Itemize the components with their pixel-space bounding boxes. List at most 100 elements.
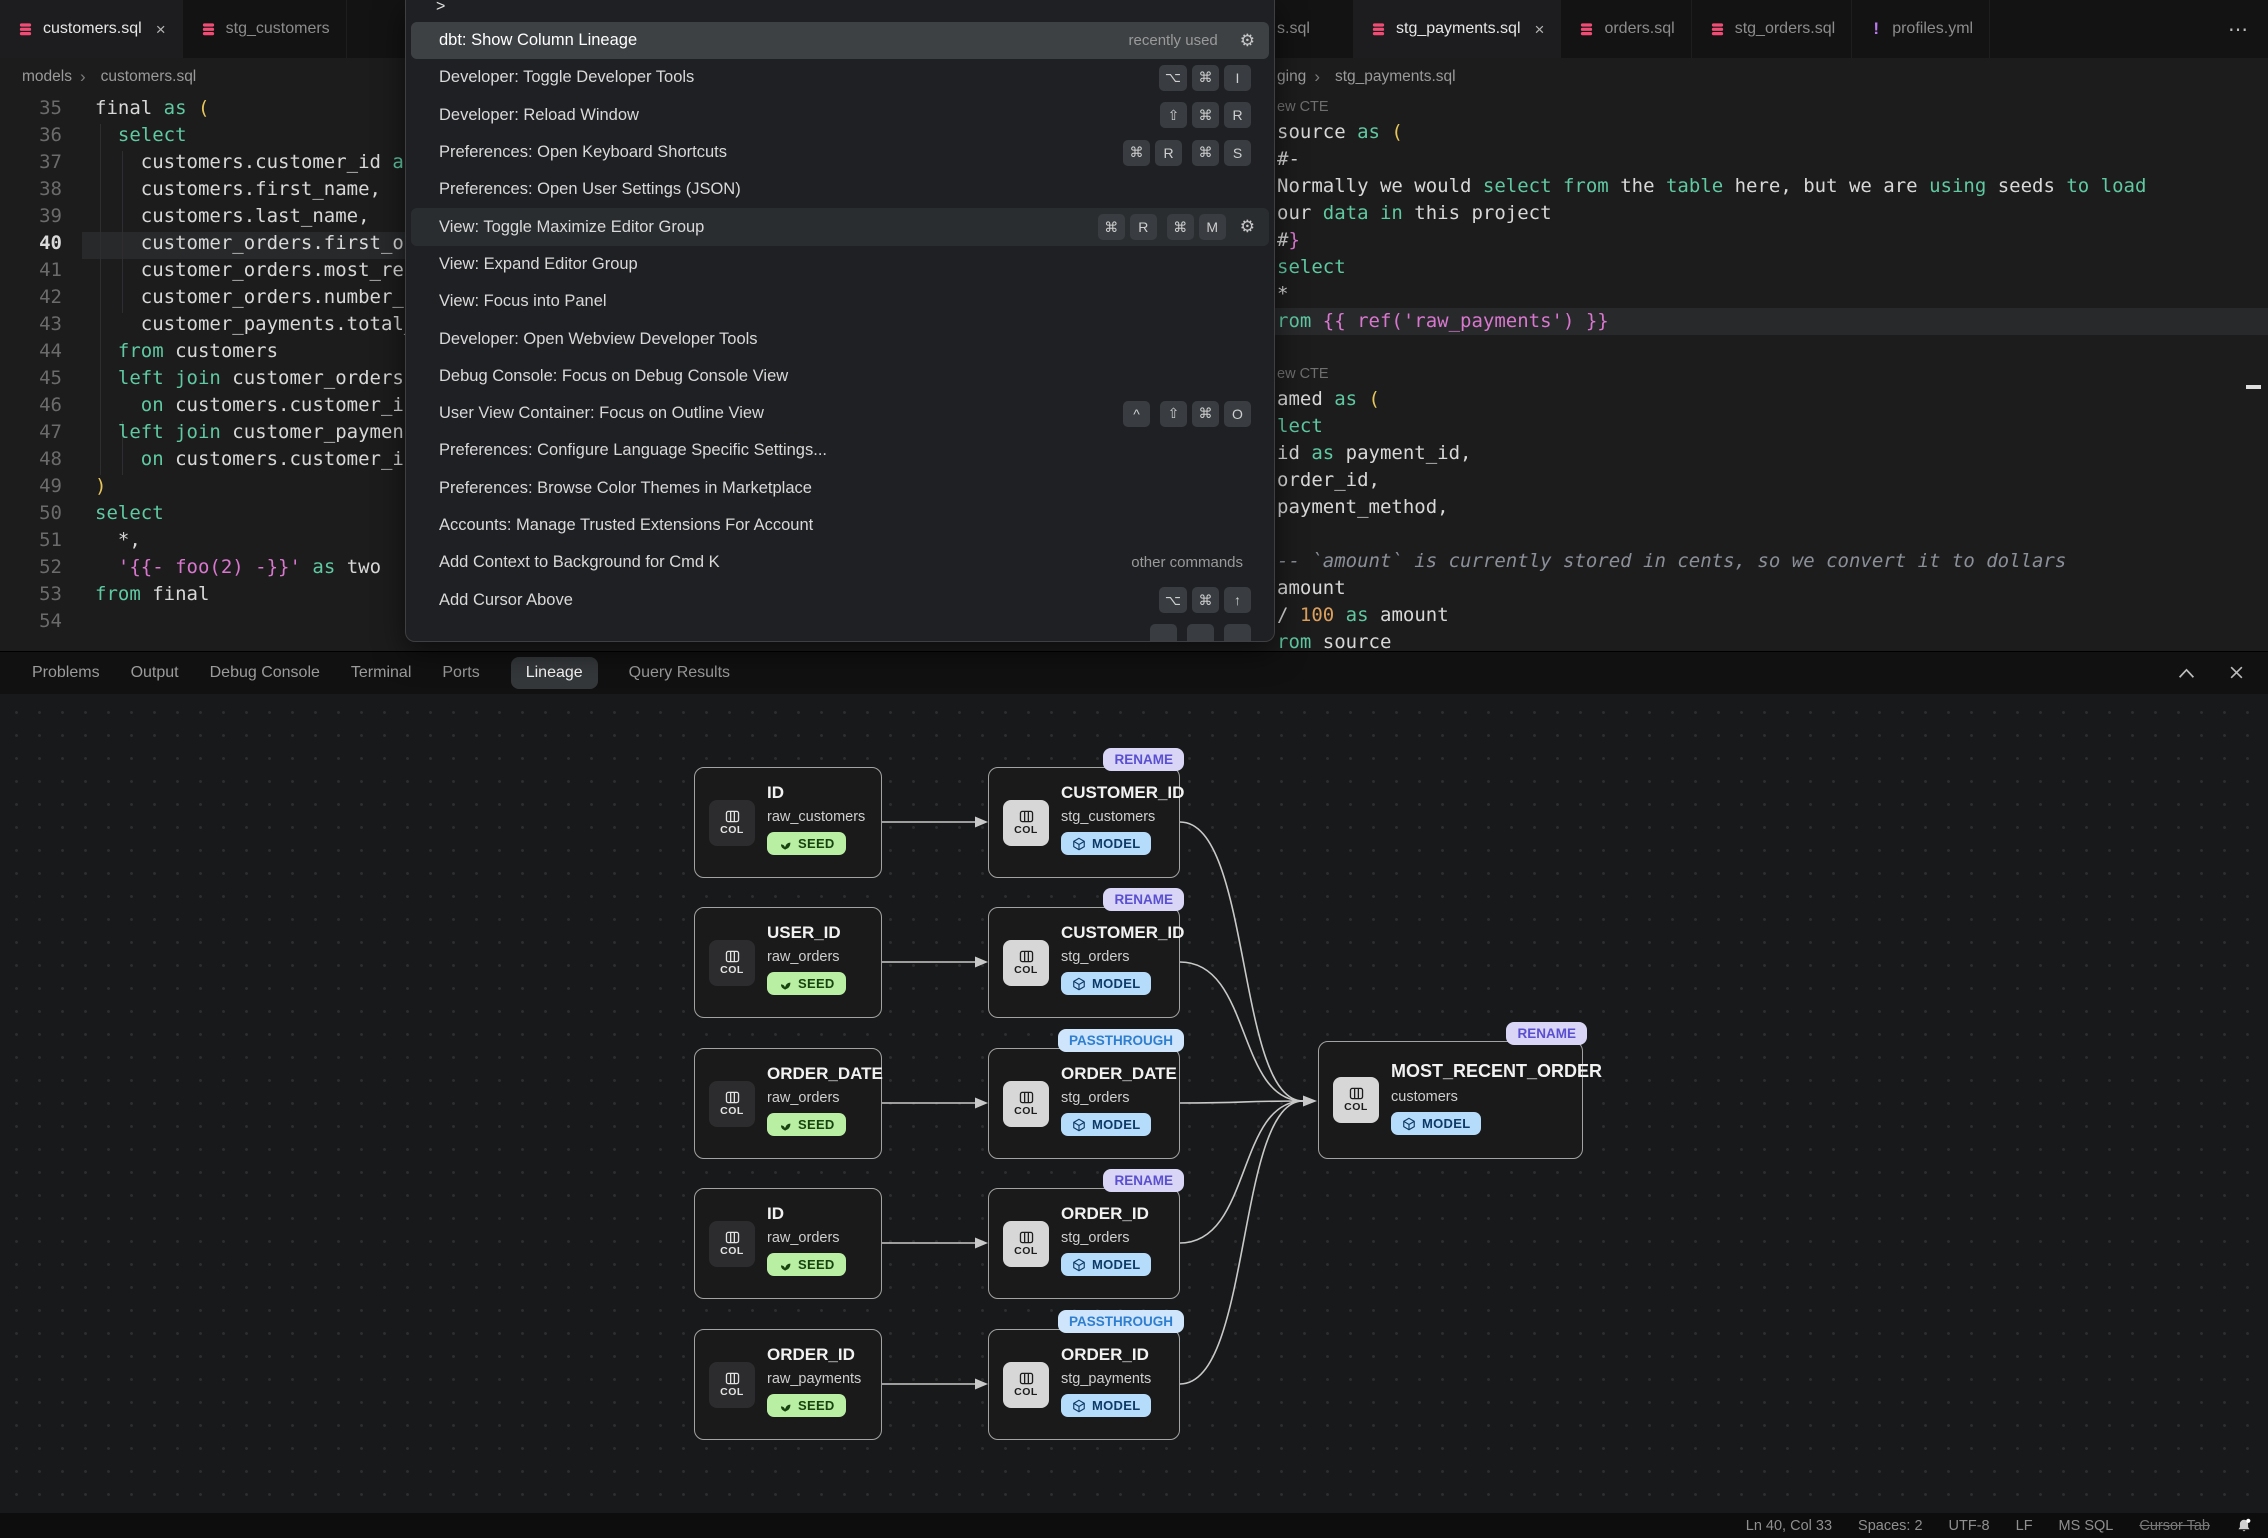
- tab-customers.sql[interactable]: customers.sql ×: [0, 0, 183, 58]
- column-chip: COL: [1003, 1362, 1049, 1408]
- palette-item[interactable]: Preferences: Open User Settings (JSON): [411, 171, 1269, 208]
- status-utf-8[interactable]: UTF-8: [1949, 1518, 1990, 1534]
- panel-collapse-icon[interactable]: [2178, 667, 2195, 679]
- codelens[interactable]: ew CTE: [1147, 95, 2268, 119]
- scrollbar-marker: [2246, 385, 2261, 389]
- palette-item[interactable]: User View Container: Focus on Outline Vi…: [411, 395, 1269, 432]
- edge-type-badge: RENAME: [1103, 888, 1184, 911]
- panel-tab-ports[interactable]: Ports: [442, 664, 479, 682]
- panel-tab-problems[interactable]: Problems: [32, 664, 100, 682]
- lineage-canvas[interactable]: + − COLIDraw_customersSEEDCOLUSER_IDraw_…: [0, 694, 2268, 1513]
- tab-stg_customers[interactable]: stg_customers: [183, 0, 347, 58]
- notification-bell-icon[interactable]: [2236, 1518, 2252, 1534]
- code-line: -- `amount` is currently stored in cents…: [1147, 548, 2268, 575]
- palette-item[interactable]: Developer: Open Webview Developer Tools: [411, 320, 1269, 357]
- tab-stg_orders.sql[interactable]: stg_orders.sql: [1692, 0, 1853, 58]
- codelens[interactable]: ew CTE: [1147, 362, 2268, 386]
- panel-tab-terminal[interactable]: Terminal: [351, 664, 411, 682]
- gear-icon[interactable]: ⚙: [1240, 217, 1255, 237]
- lineage-node-order_id-stg_orders[interactable]: COLORDER_IDstg_ordersMODELRENAME: [988, 1188, 1180, 1299]
- palette-item[interactable]: Debug Console: Focus on Debug Console Vi…: [411, 358, 1269, 395]
- column-chip: COL: [1003, 800, 1049, 846]
- columns-icon: [725, 1231, 740, 1244]
- palette-item-label: Preferences: Open User Settings (JSON): [439, 180, 1255, 199]
- code-text: customer_orders.number_o: [62, 284, 415, 311]
- lineage-node-most_recent_order-customers[interactable]: COLMOST_RECENT_ORDERcustomersMODELRENAME: [1318, 1041, 1583, 1159]
- code-text: customers.last_name,: [62, 203, 370, 230]
- more-tabs-button[interactable]: ⋯: [2228, 0, 2249, 58]
- line-number: 39: [0, 203, 62, 230]
- status-spaces-2[interactable]: Spaces: 2: [1858, 1518, 1923, 1534]
- palette-item-label: Developer: Toggle Developer Tools: [439, 68, 1159, 87]
- tab-label: customers.sql: [43, 20, 142, 38]
- tab-stg_payments.sql[interactable]: stg_payments.sql×: [1353, 0, 1561, 58]
- breadcrumb-folder[interactable]: ging: [1277, 68, 1306, 86]
- palette-item[interactable]: Add Context to Background for Cmd Kother…: [411, 544, 1269, 581]
- database-icon: [1710, 22, 1725, 37]
- tab-orders.sql[interactable]: orders.sql: [1561, 0, 1691, 58]
- status-lf[interactable]: LF: [2016, 1518, 2033, 1534]
- partial-tab[interactable]: s.sql: [1277, 0, 1310, 58]
- columns-icon: [1019, 1231, 1034, 1244]
- panel-tab-debug-console[interactable]: Debug Console: [210, 664, 320, 682]
- key-chip: [1150, 624, 1177, 642]
- breadcrumb-file[interactable]: stg_payments.sql: [1335, 68, 1456, 86]
- palette-item-label: View: Toggle Maximize Editor Group: [439, 218, 1098, 237]
- palette-item[interactable]: View: Toggle Maximize Editor Group⌘R⌘M⚙: [411, 208, 1269, 245]
- keybinding: ^⇧⌘O: [1123, 401, 1251, 427]
- lineage-node-customer_id-stg_orders[interactable]: COLCUSTOMER_IDstg_ordersMODELRENAME: [988, 907, 1180, 1018]
- node-type-label: SEED: [798, 836, 835, 851]
- lineage-node-order_date-stg_orders[interactable]: COLORDER_DATEstg_ordersMODELPASSTHROUGH: [988, 1048, 1180, 1159]
- lineage-node-id-raw_customers[interactable]: COLIDraw_customersSEED: [694, 767, 882, 878]
- key-chip: ⇧: [1160, 102, 1187, 128]
- palette-item-label: Debug Console: Focus on Debug Console Vi…: [439, 367, 1255, 386]
- code-text: [62, 608, 95, 635]
- status-ln-40-col-33[interactable]: Ln 40, Col 33: [1746, 1518, 1832, 1534]
- status-ms-sql[interactable]: MS SQL: [2059, 1518, 2114, 1534]
- palette-item[interactable]: Preferences: Open Keyboard Shortcuts⌘R⌘S: [411, 134, 1269, 171]
- warning-icon: !: [1870, 19, 1882, 39]
- gear-icon[interactable]: ⚙: [1240, 31, 1255, 51]
- code-editor-stg-payments[interactable]: ew CTEsource as (#-Normally we would sel…: [1147, 95, 2268, 651]
- code-line: rom {{ ref('raw_payments') }}: [1147, 308, 2268, 335]
- line-number: 48: [0, 446, 62, 473]
- palette-item[interactable]: dbt: Show Column Lineagerecently used⚙: [411, 22, 1269, 59]
- left-editor-tabs: customers.sql × stg_customers: [0, 0, 347, 58]
- panel-tab-lineage[interactable]: Lineage: [511, 657, 598, 689]
- palette-item[interactable]: View: Expand Editor Group: [411, 246, 1269, 283]
- status-cursor-tab[interactable]: Cursor Tab: [2139, 1518, 2210, 1534]
- line-number: 46: [0, 392, 62, 419]
- node-type-badge: MODEL: [1061, 1394, 1151, 1417]
- column-chip: COL: [709, 800, 755, 846]
- lineage-node-order_id-stg_payments[interactable]: COLORDER_IDstg_paymentsMODELPASSTHROUGH: [988, 1329, 1180, 1440]
- palette-item[interactable]: [411, 619, 1269, 642]
- code-line: payment_method,: [1147, 494, 2268, 521]
- line-number: 36: [0, 122, 62, 149]
- breadcrumb-file[interactable]: customers.sql: [101, 68, 197, 86]
- palette-item[interactable]: View: Focus into Panel: [411, 283, 1269, 320]
- palette-item[interactable]: Add Cursor Above⌥⌘↑: [411, 581, 1269, 618]
- close-tab-icon[interactable]: ×: [156, 21, 166, 38]
- lineage-node-id-raw_orders[interactable]: COLIDraw_ordersSEED: [694, 1188, 882, 1299]
- lineage-node-order_id-raw_payments[interactable]: COLORDER_IDraw_paymentsSEED: [694, 1329, 882, 1440]
- command-palette-input[interactable]: >: [406, 0, 1274, 18]
- palette-item[interactable]: Developer: Toggle Developer Tools⌥⌘I: [411, 59, 1269, 96]
- panel-tab-query-results[interactable]: Query Results: [629, 664, 730, 682]
- panel-tab-output[interactable]: Output: [131, 664, 179, 682]
- palette-item[interactable]: Preferences: Configure Language Specific…: [411, 432, 1269, 469]
- line-number: 50: [0, 500, 62, 527]
- code-line: *: [1147, 281, 2268, 308]
- key-chip: I: [1224, 65, 1251, 91]
- lineage-node-order_date-raw_orders[interactable]: COLORDER_DATEraw_ordersSEED: [694, 1048, 882, 1159]
- tab-profiles.yml[interactable]: !profiles.yml: [1852, 0, 1990, 58]
- key-chip: ⌘: [1192, 140, 1219, 166]
- close-tab-icon[interactable]: ×: [1535, 21, 1545, 38]
- palette-item[interactable]: Developer: Reload Window⇧⌘R: [411, 97, 1269, 134]
- breadcrumb-folder[interactable]: models: [22, 68, 72, 86]
- key-chip: [1224, 624, 1251, 642]
- palette-item[interactable]: Accounts: Manage Trusted Extensions For …: [411, 507, 1269, 544]
- lineage-node-customer_id-stg_customers[interactable]: COLCUSTOMER_IDstg_customersMODELRENAME: [988, 767, 1180, 878]
- palette-item[interactable]: Preferences: Browse Color Themes in Mark…: [411, 470, 1269, 507]
- panel-close-icon[interactable]: [2229, 665, 2244, 680]
- lineage-node-user_id-raw_orders[interactable]: COLUSER_IDraw_ordersSEED: [694, 907, 882, 1018]
